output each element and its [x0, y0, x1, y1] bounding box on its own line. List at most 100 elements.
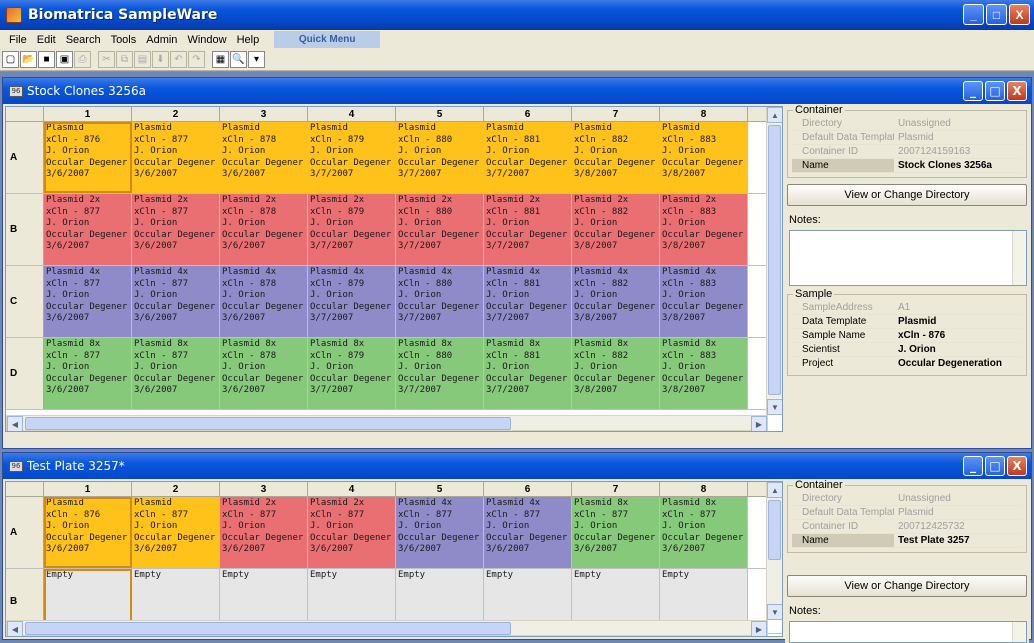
column-header[interactable]: 1 [44, 107, 132, 121]
property-value[interactable]: A1 [894, 301, 1022, 315]
property-row[interactable]: Name Stock Clones 3256a [792, 159, 1022, 173]
column-header[interactable]: 5 [396, 482, 484, 496]
stock-horizontal-scrollbar[interactable]: ◀ ▶ [6, 415, 768, 431]
notes-textarea[interactable] [789, 230, 1027, 286]
notes-textarea[interactable] [789, 621, 1027, 643]
notes-scrollbar[interactable] [1012, 231, 1026, 285]
row-header[interactable]: C [6, 266, 44, 337]
redo-icon[interactable]: ↷ [188, 51, 205, 68]
column-header[interactable]: 8 [660, 107, 748, 121]
app-titlebar[interactable]: Biomatrica SampleWare _ □ X [0, 0, 1034, 30]
menu-tools[interactable]: Tools [106, 34, 142, 46]
property-row[interactable]: Container ID 2007124159163 [792, 145, 1022, 159]
well-cell[interactable]: Plasmid xCln - 877 J. Orion Occular Degener… [132, 122, 220, 193]
grid-icon[interactable]: ▦ [212, 51, 229, 68]
paste-icon[interactable]: ▤ [134, 51, 151, 68]
well-cell[interactable]: Plasmid 4x xCln - 882 J. Orion Occular Dege… [572, 266, 660, 337]
well-cell[interactable]: Plasmid 2x xCln - 879 J. Orion Occular Dege… [308, 194, 396, 265]
test-horizontal-scrollbar[interactable]: ◀ ▶ [6, 620, 768, 636]
test-maximize-button[interactable]: □ [985, 456, 1005, 476]
save-all-icon[interactable]: ▣ [56, 51, 73, 68]
column-header[interactable]: 8 [660, 482, 748, 496]
stock-maximize-button[interactable]: □ [985, 81, 1005, 101]
well-cell[interactable]: Plasmid 4x xCln - 878 J. Orion Occular Dege… [220, 266, 308, 337]
well-cell[interactable]: Plasmid xCln - 878 J. Orion Occular Degener… [220, 122, 308, 193]
view-change-directory-button[interactable]: View or Change Directory [787, 575, 1027, 597]
property-value[interactable]: Plasmid [894, 315, 1022, 329]
well-cell[interactable]: Plasmid xCln - 881 J. Orion Occular Degener… [484, 122, 572, 193]
property-row[interactable]: Default Data Template Plasmid [792, 506, 1022, 520]
column-header[interactable]: 5 [396, 107, 484, 121]
cut-icon[interactable]: ✂ [98, 51, 115, 68]
property-row[interactable]: Project Occular Degeneration [792, 357, 1022, 371]
property-value[interactable]: Stock Clones 3256a [894, 159, 1022, 173]
property-row[interactable]: Scientist J. Orion [792, 343, 1022, 357]
well-cell[interactable]: Plasmid 8x xCln - 877 J. Orion Occular Dege… [572, 497, 660, 568]
well-cell[interactable]: Plasmid 2x xCln - 880 J. Orion Occular Dege… [396, 194, 484, 265]
view-change-directory-button[interactable]: View or Change Directory [787, 184, 1027, 206]
well-cell[interactable]: Plasmid 4x xCln - 877 J. Orion Occular Dege… [396, 497, 484, 568]
save-icon[interactable]: ■ [38, 51, 55, 68]
undo-icon[interactable]: ↶ [170, 51, 187, 68]
property-row[interactable]: Default Data Template Plasmid [792, 131, 1022, 145]
well-cell[interactable]: Plasmid xCln - 882 J. Orion Occular Degener… [572, 122, 660, 193]
test-minimize-button[interactable]: _ [963, 456, 983, 476]
column-header[interactable]: 1 [44, 482, 132, 496]
copy-icon[interactable]: ⧉ [116, 51, 133, 68]
new-icon[interactable]: ▢ [2, 51, 19, 68]
notes-scrollbar[interactable] [1012, 622, 1026, 642]
column-header[interactable]: 2 [132, 107, 220, 121]
well-cell[interactable]: Plasmid 2x xCln - 883 J. Orion Occular Dege… [660, 194, 748, 265]
property-row[interactable]: Container ID 200712425732 [792, 520, 1022, 534]
well-cell[interactable]: Plasmid xCln - 880 J. Orion Occular Degener… [396, 122, 484, 193]
print-icon[interactable]: ⎙ [74, 51, 91, 68]
scroll-up-icon[interactable]: ▲ [767, 482, 782, 498]
well-cell[interactable]: Plasmid 4x xCln - 877 J. Orion Occular Dege… [132, 266, 220, 337]
well-cell[interactable]: Plasmid xCln - 876 J. Orion Occular Degener… [44, 497, 132, 568]
column-header[interactable]: 4 [308, 482, 396, 496]
scroll-down-icon[interactable]: ▼ [767, 604, 782, 620]
well-cell[interactable]: Plasmid xCln - 879 J. Orion Occular Degener… [308, 122, 396, 193]
well-cell[interactable]: Plasmid 8x xCln - 879 J. Orion Occular Dege… [308, 338, 396, 409]
stock-hscroll-thumb[interactable] [25, 417, 511, 430]
well-cell[interactable]: Plasmid 2x xCln - 877 J. Orion Occular Dege… [44, 194, 132, 265]
scroll-right-icon[interactable]: ▶ [751, 621, 767, 636]
property-row[interactable]: SampleAddress A1 [792, 301, 1022, 315]
column-header[interactable]: 3 [220, 482, 308, 496]
quick-menu-button[interactable]: Quick Menu [274, 31, 381, 48]
column-header[interactable]: 4 [308, 107, 396, 121]
menu-file[interactable]: File [4, 34, 32, 46]
well-cell[interactable]: Plasmid 8x xCln - 877 J. Orion Occular Dege… [132, 338, 220, 409]
well-cell[interactable]: Plasmid 4x xCln - 881 J. Orion Occular Dege… [484, 266, 572, 337]
well-cell[interactable]: Plasmid 8x xCln - 877 J. Orion Occular Dege… [44, 338, 132, 409]
well-cell[interactable]: Plasmid 8x xCln - 878 J. Orion Occular Dege… [220, 338, 308, 409]
well-cell[interactable]: Plasmid xCln - 876 J. Orion Occular Degener… [44, 122, 132, 193]
property-row[interactable]: Name Test Plate 3257 [792, 534, 1022, 548]
stock-close-button[interactable]: X [1007, 81, 1027, 101]
stock-vscroll-thumb[interactable] [768, 125, 781, 395]
scroll-up-icon[interactable]: ▲ [767, 107, 782, 123]
maximize-button[interactable]: □ [986, 4, 1007, 25]
row-header[interactable]: A [6, 497, 44, 568]
well-cell[interactable]: Plasmid 4x xCln - 877 J. Orion Occular Dege… [44, 266, 132, 337]
well-cell[interactable]: Plasmid 8x xCln - 883 J. Orion Occular Dege… [660, 338, 748, 409]
well-cell[interactable]: Plasmid 2x xCln - 881 J. Orion Occular Dege… [484, 194, 572, 265]
scroll-left-icon[interactable]: ◀ [7, 416, 23, 431]
well-cell[interactable]: Plasmid 2x xCln - 878 J. Orion Occular Dege… [220, 194, 308, 265]
minimize-button[interactable]: _ [963, 4, 984, 25]
well-cell[interactable]: Plasmid xCln - 883 J. Orion Occular Degener… [660, 122, 748, 193]
row-header[interactable]: B [6, 194, 44, 265]
row-header[interactable]: A [6, 122, 44, 193]
property-value[interactable]: Occular Degeneration [894, 357, 1022, 371]
well-cell[interactable]: Plasmid xCln - 877 J. Orion Occular Degener… [132, 497, 220, 568]
scroll-left-icon[interactable]: ◀ [7, 621, 23, 636]
well-cell[interactable]: Plasmid 4x xCln - 883 J. Orion Occular Dege… [660, 266, 748, 337]
test-window-titlebar[interactable]: 96 Test Plate 3257* _ □ X [3, 453, 1031, 479]
well-cell[interactable]: Plasmid 8x xCln - 880 J. Orion Occular Dege… [396, 338, 484, 409]
menu-help[interactable]: Help [232, 34, 265, 46]
property-value[interactable]: Test Plate 3257 [894, 534, 1022, 548]
column-header[interactable]: 7 [572, 107, 660, 121]
well-cell[interactable]: Plasmid 2x xCln - 877 J. Orion Occular Dege… [308, 497, 396, 568]
test-vertical-scrollbar[interactable]: ▲ ▼ [766, 482, 782, 620]
property-row[interactable]: Sample Name xCln - 876 [792, 329, 1022, 343]
